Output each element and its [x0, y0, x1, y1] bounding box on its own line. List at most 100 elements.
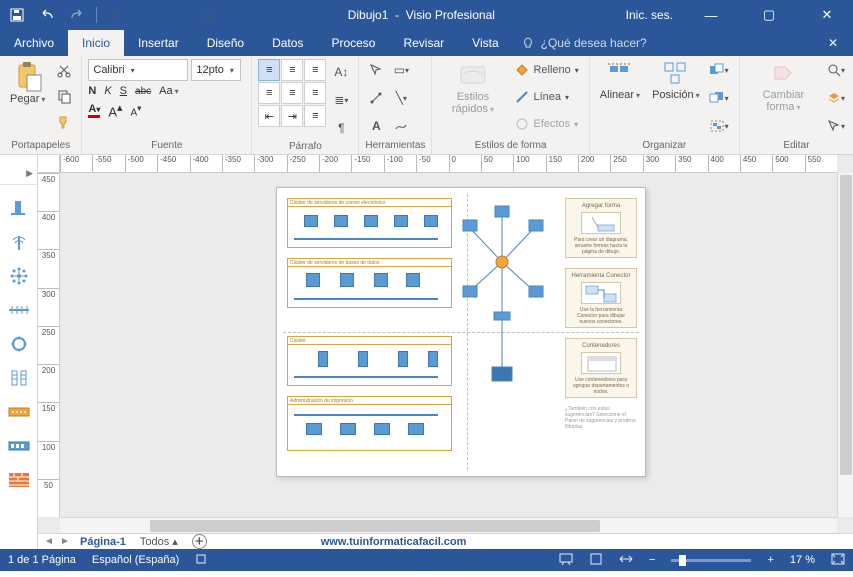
- vertical-ruler: 45040035030025020015010050: [38, 173, 60, 517]
- line-button[interactable]: Línea▾: [511, 86, 582, 108]
- vertical-scrollbar[interactable]: [837, 173, 853, 517]
- drawing-page[interactable]: Clúster de servidores de correo electrón…: [276, 187, 646, 477]
- status-bar: 1 de 1 Página Español (España) − + 17 %: [0, 549, 853, 571]
- maximize-button[interactable]: ▢: [749, 7, 789, 23]
- italic-button[interactable]: K: [104, 85, 111, 97]
- line-tool-icon[interactable]: ╲▾: [390, 87, 412, 109]
- network-topology[interactable]: [457, 192, 567, 392]
- tab-design[interactable]: Diseño: [193, 30, 258, 56]
- stencil-switch-icon[interactable]: [7, 435, 31, 457]
- stencil-ring-icon[interactable]: [7, 333, 31, 355]
- group-icon[interactable]: ▾: [708, 115, 730, 137]
- rectangle-tool-icon[interactable]: ▭▾: [390, 59, 412, 81]
- customize-qat-icon[interactable]: ▾: [105, 4, 127, 26]
- tell-me-search[interactable]: ¿Qué desea hacer?: [521, 30, 813, 56]
- grow-font-button[interactable]: A▴: [108, 101, 122, 119]
- bring-front-icon[interactable]: ▾: [708, 59, 730, 81]
- signin-link[interactable]: Inic. ses.: [626, 8, 673, 22]
- find-icon[interactable]: ▾: [825, 59, 847, 81]
- connector-tool-icon[interactable]: [365, 87, 387, 109]
- strike-button[interactable]: abc: [135, 86, 151, 97]
- fit-page-icon[interactable]: [589, 553, 603, 568]
- cluster-db[interactable]: Clúster de servidores de bases de datos: [287, 258, 452, 308]
- cut-icon[interactable]: [53, 59, 75, 81]
- effects-button[interactable]: Efectos▾: [511, 113, 582, 135]
- all-pages-button[interactable]: Todos ▴: [140, 535, 178, 548]
- tab-nav-prev[interactable]: ◄: [44, 536, 54, 547]
- stencil-wireless-icon[interactable]: [7, 231, 31, 253]
- position-button[interactable]: Posición: [648, 59, 704, 103]
- paste-button[interactable]: Pegar: [6, 59, 49, 107]
- select-icon[interactable]: ▾: [825, 115, 847, 137]
- close-button[interactable]: ✕: [807, 7, 847, 23]
- copy-icon[interactable]: [53, 85, 75, 107]
- collapse-ribbon-button[interactable]: ✕: [813, 30, 853, 56]
- cluster-print[interactable]: Administración de impresión: [287, 396, 452, 451]
- language-status[interactable]: Español (España): [92, 554, 179, 566]
- format-painter-icon[interactable]: [53, 111, 75, 133]
- orientation-button[interactable]: A↕: [330, 61, 352, 83]
- macro-record-icon[interactable]: [195, 553, 207, 568]
- window-title: Dibujo1 - Visio Profesional: [217, 8, 626, 22]
- change-shape-button[interactable]: Cambiar forma: [746, 59, 821, 115]
- stencil-server-icon[interactable]: [7, 197, 31, 219]
- send-back-icon[interactable]: ▾: [708, 87, 730, 109]
- zoom-in-button[interactable]: +: [767, 554, 773, 566]
- fill-button[interactable]: Relleno▾: [511, 59, 582, 81]
- watermark-url: www.tuinformaticafacil.com: [321, 536, 467, 548]
- bold-button[interactable]: N: [88, 85, 96, 97]
- stencil-firewall-icon[interactable]: [7, 469, 31, 491]
- font-name-combo[interactable]: Calibri▾: [88, 59, 188, 81]
- bullets-button[interactable]: ≣▾: [330, 89, 352, 111]
- change-case-button[interactable]: Aa: [159, 85, 178, 97]
- tip-footer: ¿También con estas sugerencias? Seleccio…: [565, 406, 637, 430]
- layers-icon[interactable]: ▾: [825, 87, 847, 109]
- quick-styles-button[interactable]: Estilos rápidos: [438, 59, 507, 117]
- minimize-button[interactable]: —: [691, 8, 731, 23]
- freeform-tool-icon[interactable]: [390, 115, 412, 137]
- spacing-button[interactable]: ¶: [330, 117, 352, 139]
- tip-connector: Herramienta Conector Use la herramienta …: [565, 268, 637, 328]
- stencil-patch-icon[interactable]: [7, 401, 31, 423]
- page-tab-1[interactable]: Página-1: [80, 536, 126, 548]
- tip-containers: Contenedores Use contenedores para agrup…: [565, 338, 637, 398]
- text-tool-icon[interactable]: A: [365, 115, 387, 137]
- tab-process[interactable]: Proceso: [317, 30, 389, 56]
- fit-window-icon[interactable]: [831, 553, 845, 568]
- shrink-font-button[interactable]: A▾: [130, 103, 141, 118]
- tip-add-shape: Agregar forma Para crear un diagrama, ar…: [565, 198, 637, 258]
- font-size-combo[interactable]: 12pto▾: [191, 59, 241, 81]
- tab-view[interactable]: Vista: [458, 30, 512, 56]
- fit-width-icon[interactable]: [619, 553, 633, 568]
- page-count-status: 1 de 1 Página: [8, 554, 76, 566]
- presentation-mode-icon[interactable]: [559, 553, 573, 568]
- tab-file[interactable]: Archivo: [0, 30, 68, 56]
- new-page-button[interactable]: +: [192, 534, 207, 549]
- tab-insert[interactable]: Insertar: [124, 30, 193, 56]
- redo-icon[interactable]: [66, 4, 88, 26]
- touch-mode-icon[interactable]: ▢: [195, 4, 217, 26]
- ribbon-tabs: Archivo Inicio Insertar Diseño Datos Pro…: [0, 30, 853, 56]
- font-color-button[interactable]: A▾: [88, 103, 100, 118]
- zoom-slider[interactable]: [671, 559, 751, 562]
- underline-button[interactable]: S: [120, 85, 127, 97]
- zoom-level[interactable]: 17 %: [790, 554, 815, 566]
- tab-review[interactable]: Revisar: [389, 30, 458, 56]
- pointer-tool-icon[interactable]: [365, 59, 387, 81]
- alignment-grid[interactable]: ≡≡≡ ≡≡≡ ⇤⇥≡: [258, 59, 326, 127]
- save-icon[interactable]: [6, 4, 28, 26]
- stencil-star-network-icon[interactable]: [7, 265, 31, 287]
- align-button[interactable]: Alinear: [596, 59, 644, 103]
- undo-icon[interactable]: [36, 4, 58, 26]
- cluster-mail[interactable]: Clúster de servidores de correo electrón…: [287, 198, 452, 248]
- stencil-rack-icon[interactable]: [7, 367, 31, 389]
- cluster-generic[interactable]: Clúster: [287, 336, 452, 386]
- tab-home[interactable]: Inicio: [68, 30, 124, 56]
- tab-nav-next[interactable]: ►: [60, 536, 70, 547]
- zoom-out-button[interactable]: −: [649, 554, 655, 566]
- shapes-pane-expand[interactable]: ▶: [0, 163, 37, 185]
- horizontal-scrollbar[interactable]: [60, 517, 837, 533]
- stencil-ethernet-icon[interactable]: [7, 299, 31, 321]
- tab-data[interactable]: Datos: [258, 30, 317, 56]
- drawing-workarea[interactable]: -600-550-500-450-400-350-300-250-200-150…: [38, 155, 853, 549]
